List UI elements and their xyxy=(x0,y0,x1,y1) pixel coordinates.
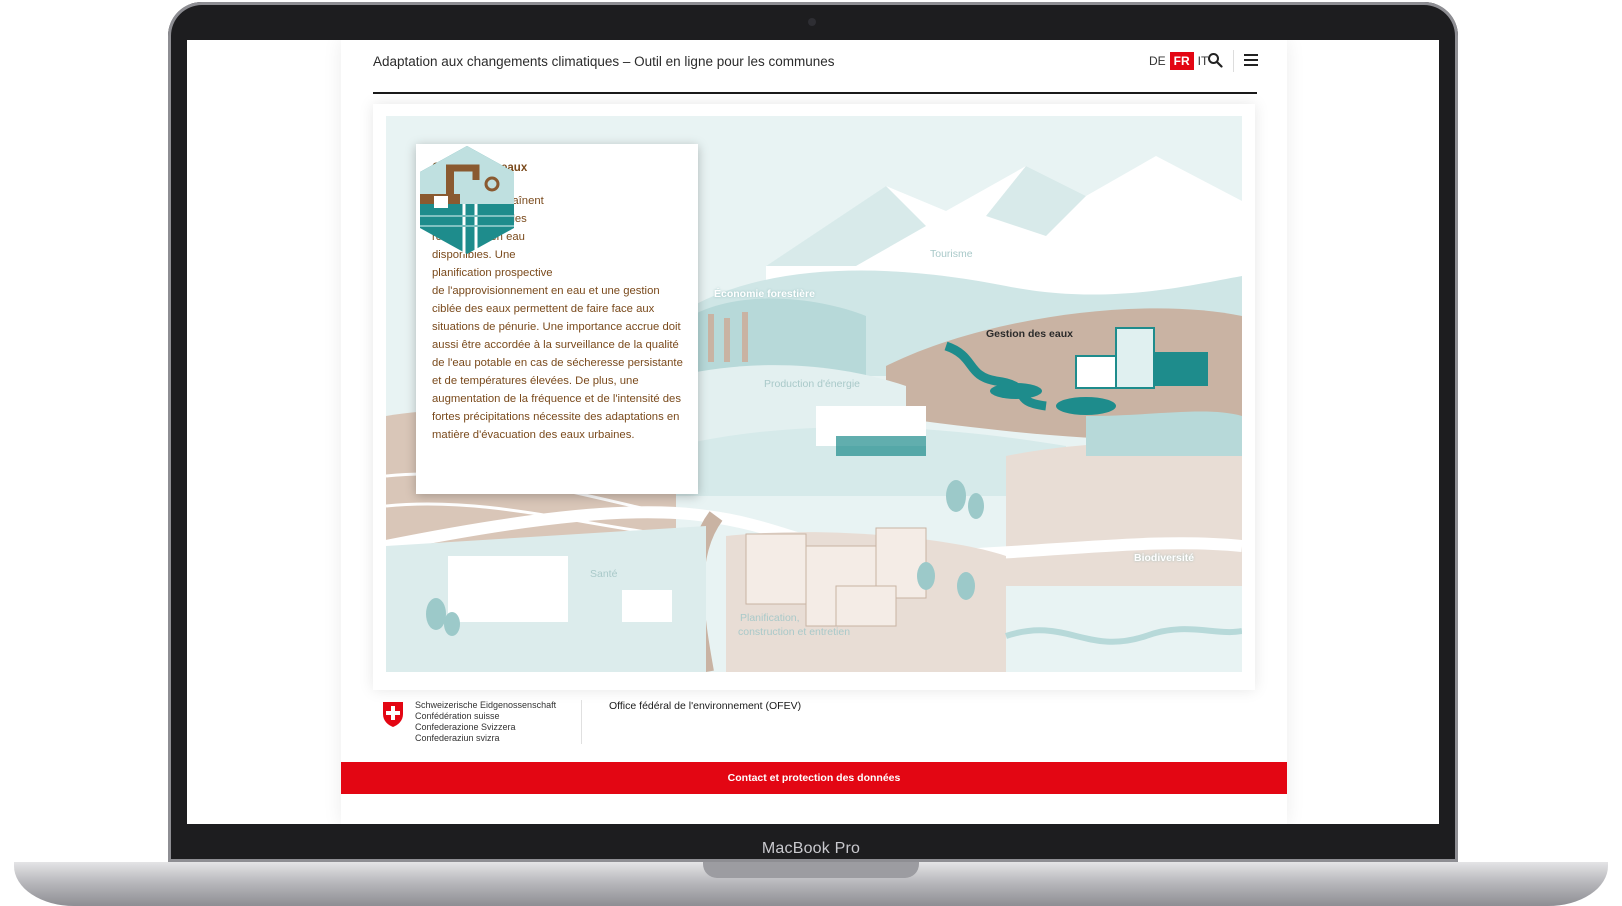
device-label: MacBook Pro xyxy=(761,840,861,857)
confederation-logo-block[interactable]: Schweizerische Eidgenossenschaft Confédé… xyxy=(381,700,556,744)
confed-name-fr: Confédération suisse xyxy=(415,711,500,721)
label-gestion-des-eaux[interactable]: Gestion des eaux xyxy=(986,328,1073,340)
label-tourisme[interactable]: Tourisme xyxy=(930,248,973,260)
camera-dot xyxy=(808,18,816,26)
search-icon[interactable] xyxy=(1207,52,1223,68)
contact-privacy-link[interactable]: Contact et protection des données xyxy=(728,772,901,784)
office-name[interactable]: Office fédéral de l'environnement (OFEV) xyxy=(609,700,801,712)
label-sante[interactable]: Santé xyxy=(590,568,617,580)
swiss-shield-icon xyxy=(383,702,403,727)
info-popup: Gestion des eaux Les périodes de séchere… xyxy=(416,144,698,494)
laptop-notch xyxy=(703,862,919,878)
footer-divider xyxy=(581,700,582,744)
label-planification-line2[interactable]: construction et entretien xyxy=(738,626,850,638)
illustration-card: Tourisme Économie forestière Gestion des… xyxy=(373,104,1255,690)
site-header: Adaptation aux changements climatiques –… xyxy=(373,40,1259,94)
popup-text-part2: de l'approvisionnement en eau et une ges… xyxy=(432,285,683,441)
confed-name-rm: Confederaziun svizra xyxy=(415,733,500,743)
label-planification-line1[interactable]: Planification, xyxy=(740,612,800,624)
confed-name-it: Confederazione Svizzera xyxy=(415,722,516,732)
language-switcher: DE FR IT xyxy=(1147,52,1210,70)
header-divider xyxy=(1233,50,1234,72)
site-title[interactable]: Adaptation aux changements climatiques –… xyxy=(373,54,835,69)
lang-fr[interactable]: FR xyxy=(1169,52,1194,70)
confederation-names: Schweizerische Eidgenossenschaft Confédé… xyxy=(415,700,556,744)
web-page: Adaptation aux changements climatiques –… xyxy=(341,40,1287,824)
label-biodiversite[interactable]: Biodiversité xyxy=(1134,552,1194,564)
lang-de[interactable]: DE xyxy=(1147,52,1168,70)
label-production-energie[interactable]: Production d'énergie xyxy=(764,378,860,390)
footer-bar: Contact et protection des données xyxy=(341,762,1287,794)
landscape-illustration[interactable]: Tourisme Économie forestière Gestion des… xyxy=(386,116,1242,672)
confed-name-de: Schweizerische Eidgenossenschaft xyxy=(415,700,557,710)
screen: Adaptation aux changements climatiques –… xyxy=(187,40,1439,824)
water-tap-hexagon-icon xyxy=(420,146,514,254)
menu-icon[interactable] xyxy=(1243,52,1259,68)
label-economie-forestiere[interactable]: Économie forestière xyxy=(714,288,815,300)
